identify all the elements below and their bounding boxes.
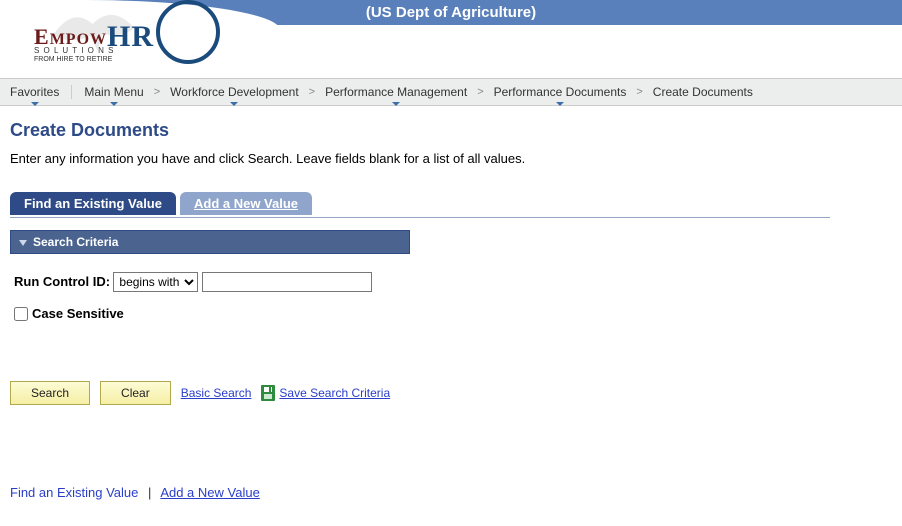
run-control-id-input[interactable] — [202, 272, 372, 292]
basic-search-link[interactable]: Basic Search — [181, 386, 252, 400]
search-button[interactable]: Search — [10, 381, 90, 405]
case-sensitive-checkbox[interactable] — [14, 307, 28, 321]
clear-button[interactable]: Clear — [100, 381, 171, 405]
breadcrumb-create-documents[interactable]: Create Documents — [643, 83, 763, 101]
breadcrumb: Favorites Main Menu > Workforce Developm… — [0, 78, 902, 106]
footer-find-existing-link[interactable]: Find an Existing Value — [10, 485, 138, 500]
breadcrumb-performance-documents[interactable]: Performance Documents — [484, 83, 637, 101]
breadcrumb-main-menu[interactable]: Main Menu — [74, 83, 153, 101]
footer-pipe: | — [148, 485, 151, 500]
breadcrumb-favorites[interactable]: Favorites — [0, 83, 69, 101]
case-sensitive-label: Case Sensitive — [32, 306, 124, 321]
breadcrumb-divider — [71, 85, 72, 99]
logo-subtitle-2: FROM HIRE TO RETIRE — [34, 56, 112, 63]
run-control-operator-select[interactable]: begins with — [113, 272, 198, 292]
page-instruction: Enter any information you have and click… — [10, 151, 892, 166]
logo[interactable]: EMPOWHR S O L U T I O N S FROM HIRE TO R… — [20, 0, 210, 74]
footer-add-new-link[interactable]: Add a New Value — [160, 485, 260, 500]
save-search-criteria-link[interactable]: Save Search Criteria — [279, 386, 390, 400]
tab-add-new[interactable]: Add a New Value — [180, 192, 312, 215]
logo-subtitle-1: S O L U T I O N S — [34, 46, 114, 55]
logo-ring — [156, 0, 220, 64]
run-control-id-label: Run Control ID: — [14, 274, 110, 289]
section-heading-text: Search Criteria — [33, 235, 118, 249]
tab-bar: Find an Existing ValueAdd a New Value — [10, 192, 830, 218]
breadcrumb-performance-management[interactable]: Performance Management — [315, 83, 477, 101]
collapse-triangle-icon — [19, 240, 27, 246]
search-criteria-header[interactable]: Search Criteria — [10, 230, 410, 254]
breadcrumb-workforce-development[interactable]: Workforce Development — [160, 83, 309, 101]
save-icon — [261, 385, 275, 401]
tab-find-existing[interactable]: Find an Existing Value — [10, 192, 176, 215]
page-title: Create Documents — [10, 120, 892, 141]
